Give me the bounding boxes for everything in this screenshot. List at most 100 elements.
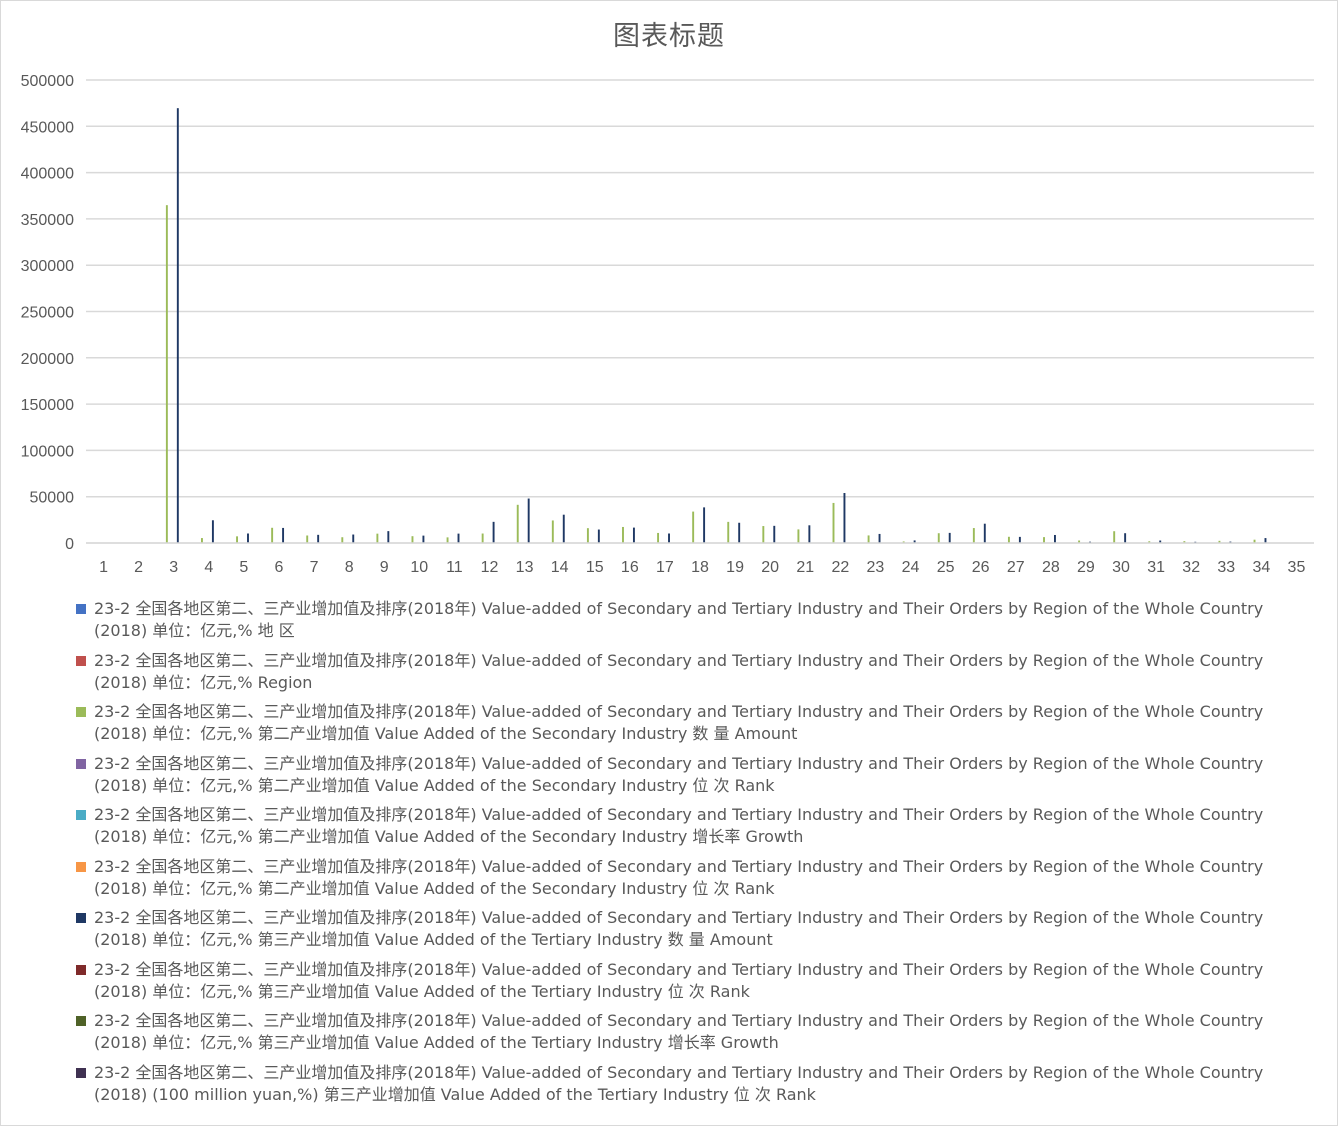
bar	[306, 535, 309, 543]
legend-item[interactable]: 23-2 全国各地区第二、三产业增加值及排序(2018年) Value-adde…	[76, 701, 1296, 745]
x-tick-label: 35	[1288, 559, 1306, 576]
x-tick-label: 7	[310, 559, 319, 576]
legend-item[interactable]: 23-2 全国各地区第二、三产业增加值及排序(2018年) Value-adde…	[76, 753, 1296, 797]
legend-label: 23-2 全国各地区第二、三产业增加值及排序(2018年) Value-adde…	[94, 1062, 1264, 1104]
x-tick-label: 19	[726, 559, 744, 576]
x-tick-label: 21	[796, 559, 814, 576]
bar	[703, 507, 706, 543]
legend-label: 23-2 全国各地区第二、三产业增加值及排序(2018年) Value-adde…	[94, 753, 1264, 795]
bar	[1007, 536, 1010, 543]
legend-label: 23-2 全国各地区第二、三产业增加值及排序(2018年) Value-adde…	[94, 856, 1264, 898]
bar	[211, 520, 214, 543]
x-axis: 1 2 3 4 5 6 7 8 9 10 11 12 13 14 15 16 17 18 19 20 21 22 23 24 2…	[86, 542, 1314, 576]
bar	[632, 527, 635, 543]
bar	[551, 520, 554, 543]
bar	[562, 514, 565, 543]
bar	[797, 529, 800, 543]
y-tick-label: 350000	[21, 212, 74, 229]
x-tick-label: 13	[516, 559, 534, 576]
bar	[738, 522, 741, 543]
legend-swatch	[76, 913, 86, 923]
legend-swatch	[76, 1016, 86, 1026]
bar	[341, 537, 344, 543]
bar	[165, 205, 168, 544]
y-tick-label: 400000	[21, 166, 74, 183]
bar	[808, 525, 811, 543]
x-tick-label: 8	[345, 559, 354, 576]
x-tick-label: 29	[1077, 559, 1095, 576]
bar	[832, 502, 835, 543]
legend-label: 23-2 全国各地区第二、三产业增加值及排序(2018年) Value-adde…	[94, 805, 1264, 846]
bar	[878, 533, 881, 543]
legend-item[interactable]: 23-2 全国各地区第二、三产业增加值及排序(2018年) Value-adde…	[76, 907, 1296, 951]
legend-item[interactable]: 23-2 全国各地区第二、三产业增加值及排序(2018年) Value-adde…	[76, 650, 1296, 694]
legend-label: 23-2 全国各地区第二、三产业增加值及排序(2018年) Value-adde…	[94, 702, 1264, 743]
bar	[352, 534, 355, 543]
legend-item[interactable]: 23-2 全国各地区第二、三产业增加值及排序(2018年) Value-adde…	[76, 598, 1296, 642]
x-tick-label: 34	[1252, 559, 1270, 576]
legend-label: 23-2 全国各地区第二、三产业增加值及排序(2018年) Value-adde…	[94, 599, 1264, 640]
legend-label: 23-2 全国各地区第二、三产业增加值及排序(2018年) Value-adde…	[94, 1011, 1264, 1052]
legend-label: 23-2 全国各地区第二、三产业增加值及排序(2018年) Value-adde…	[94, 959, 1264, 1001]
x-tick-label: 4	[204, 559, 213, 576]
x-tick-label: 32	[1182, 559, 1200, 576]
x-tick-label: 17	[656, 559, 674, 576]
bar	[1043, 537, 1045, 543]
bar	[492, 521, 495, 543]
x-tick-label: 26	[972, 559, 990, 576]
bar	[1054, 534, 1056, 543]
bar	[446, 537, 449, 543]
bar	[773, 525, 776, 543]
bar	[457, 533, 460, 543]
bar	[317, 534, 320, 543]
legend-item[interactable]: 23-2 全国各地区第二、三产业增加值及排序(2018年) Value-adde…	[76, 856, 1296, 900]
bar	[527, 498, 530, 543]
legend-swatch	[76, 861, 86, 872]
x-tick-label: 15	[586, 559, 604, 576]
legend-label: 23-2 全国各地区第二、三产业增加值及排序(2018年) Value-adde…	[94, 908, 1264, 949]
x-tick-label: 25	[937, 559, 955, 576]
x-tick-label: 6	[275, 559, 284, 576]
y-tick-label: 0	[65, 536, 74, 553]
bar	[1124, 533, 1127, 543]
bar	[937, 533, 940, 543]
x-tick-label: 30	[1112, 559, 1130, 576]
bar	[692, 511, 695, 543]
x-tick-label: 5	[239, 559, 248, 576]
x-tick-label: 22	[831, 559, 849, 576]
x-tick-label: 24	[902, 559, 920, 576]
bar	[948, 532, 951, 543]
x-tick-label: 9	[380, 559, 389, 576]
legend-swatch	[76, 655, 86, 666]
legend-item[interactable]: 23-2 全国各地区第二、三产业增加值及排序(2018年) Value-adde…	[76, 1010, 1296, 1054]
x-tick-label: 27	[1007, 559, 1025, 576]
legend-item[interactable]: 23-2 全国各地区第二、三产业增加值及排序(2018年) Value-adde…	[76, 804, 1296, 848]
bar	[481, 533, 484, 543]
x-tick-label: 16	[621, 559, 639, 576]
bar	[236, 536, 239, 543]
bar	[176, 108, 179, 543]
bar	[271, 527, 274, 543]
bar	[972, 528, 975, 543]
x-tick-label: 2	[134, 559, 143, 576]
legend-item[interactable]: 23-2 全国各地区第二、三产业增加值及排序(2018年) Value-adde…	[76, 959, 1296, 1003]
x-tick-label: 23	[867, 559, 885, 576]
y-tick-label: 200000	[21, 351, 74, 368]
legend-swatch	[76, 707, 86, 717]
x-tick-label: 1	[99, 559, 108, 576]
legend-swatch	[76, 964, 86, 975]
x-tick-label: 14	[551, 559, 569, 576]
y-tick-label: 50000	[30, 490, 75, 507]
x-tick-label: 11	[446, 559, 463, 576]
plot-area: 0500001000001500002000002500003000003500…	[21, 73, 1314, 576]
legend-swatch	[76, 1067, 86, 1078]
bar	[422, 535, 425, 543]
x-tick-label: 18	[691, 559, 709, 576]
bar	[1018, 536, 1021, 543]
legend-item[interactable]: 23-2 全国各地区第二、三产业增加值及排序(2018年) Value-adde…	[76, 1062, 1296, 1106]
bar	[843, 493, 846, 543]
y-tick-label: 500000	[21, 73, 74, 90]
bars	[165, 108, 1275, 544]
x-tick-label: 3	[169, 559, 178, 576]
bar	[376, 533, 379, 543]
